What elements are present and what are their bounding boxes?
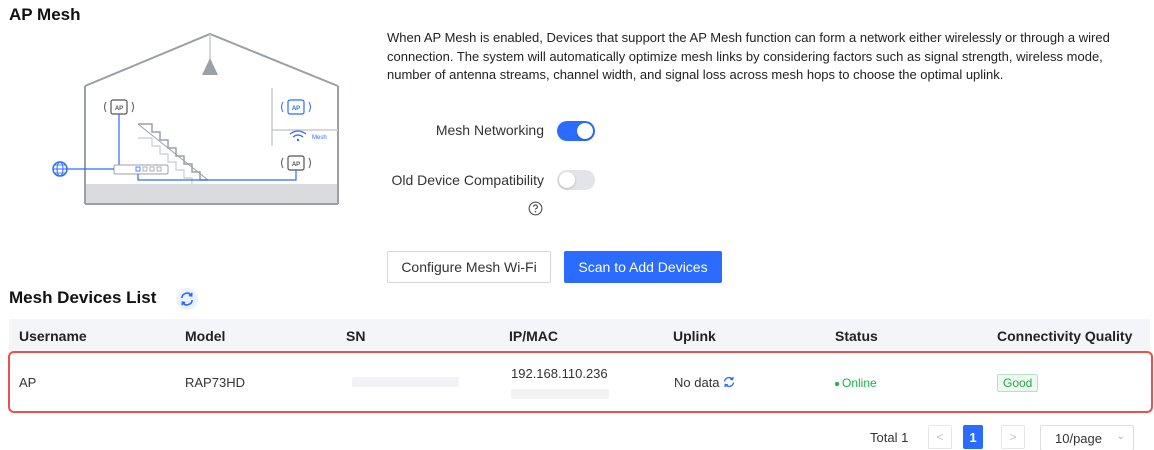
prev-page-button[interactable]: < (928, 425, 952, 449)
svg-text:AP: AP (292, 106, 300, 112)
refresh-icon[interactable] (175, 287, 199, 311)
masked-sn (352, 377, 459, 387)
uplink-refresh-icon[interactable] (722, 375, 736, 389)
old-device-compat-toggle[interactable] (557, 170, 595, 190)
cell-model: RAP73HD (185, 375, 245, 390)
page-title: AP Mesh (9, 5, 81, 24)
table-header: Username Model SN IP/MAC Uplink Status C… (9, 319, 1150, 353)
column-header: Status (835, 328, 878, 344)
configure-mesh-wifi-button[interactable]: Configure Mesh Wi-Fi (387, 251, 551, 283)
status-dot (835, 381, 839, 386)
status-text: Online (842, 376, 877, 390)
page-size-value: 10/page (1055, 430, 1102, 446)
scan-to-add-devices-button[interactable]: Scan to Add Devices (564, 251, 722, 283)
mesh-networking-label: Mesh Networking (435, 122, 544, 138)
mesh-description: When AP Mesh is enabled, Devices that su… (387, 30, 1110, 82)
page-1-button[interactable]: 1 (963, 425, 983, 449)
ap-label: AP (115, 106, 123, 112)
masked-mac (511, 389, 609, 399)
column-header: Uplink (673, 328, 716, 344)
pagination-total: Total 1 (870, 430, 909, 445)
help-icon[interactable] (528, 201, 543, 216)
column-header: Connectivity Quality (997, 328, 1133, 344)
column-header: IP/MAC (509, 328, 558, 344)
cell-username: AP (19, 375, 37, 390)
mesh-devices-list-title: Mesh Devices List (9, 288, 157, 307)
mesh-networking-toggle[interactable] (557, 121, 595, 141)
status-online: Online (835, 376, 877, 390)
quality-badge: Good (997, 374, 1039, 392)
mesh-house-illustration: AP AP Mesh AP (52, 32, 339, 205)
old-device-compat-label: Old Device Compatibility (391, 172, 545, 188)
cell-uplink: No data (674, 375, 720, 390)
next-page-button[interactable]: > (1001, 425, 1025, 449)
page-size-select[interactable]: 10/page ⌄ (1040, 425, 1134, 450)
svg-text:AP: AP (292, 162, 300, 168)
column-header: SN (346, 328, 366, 344)
column-header: Username (19, 328, 87, 344)
table-row (8, 351, 1153, 413)
column-header: Model (185, 328, 226, 344)
cell-ip: 192.168.110.236 (511, 366, 608, 381)
chevron-down-icon: ⌄ (1116, 431, 1125, 442)
mesh-label: Mesh (312, 135, 327, 141)
